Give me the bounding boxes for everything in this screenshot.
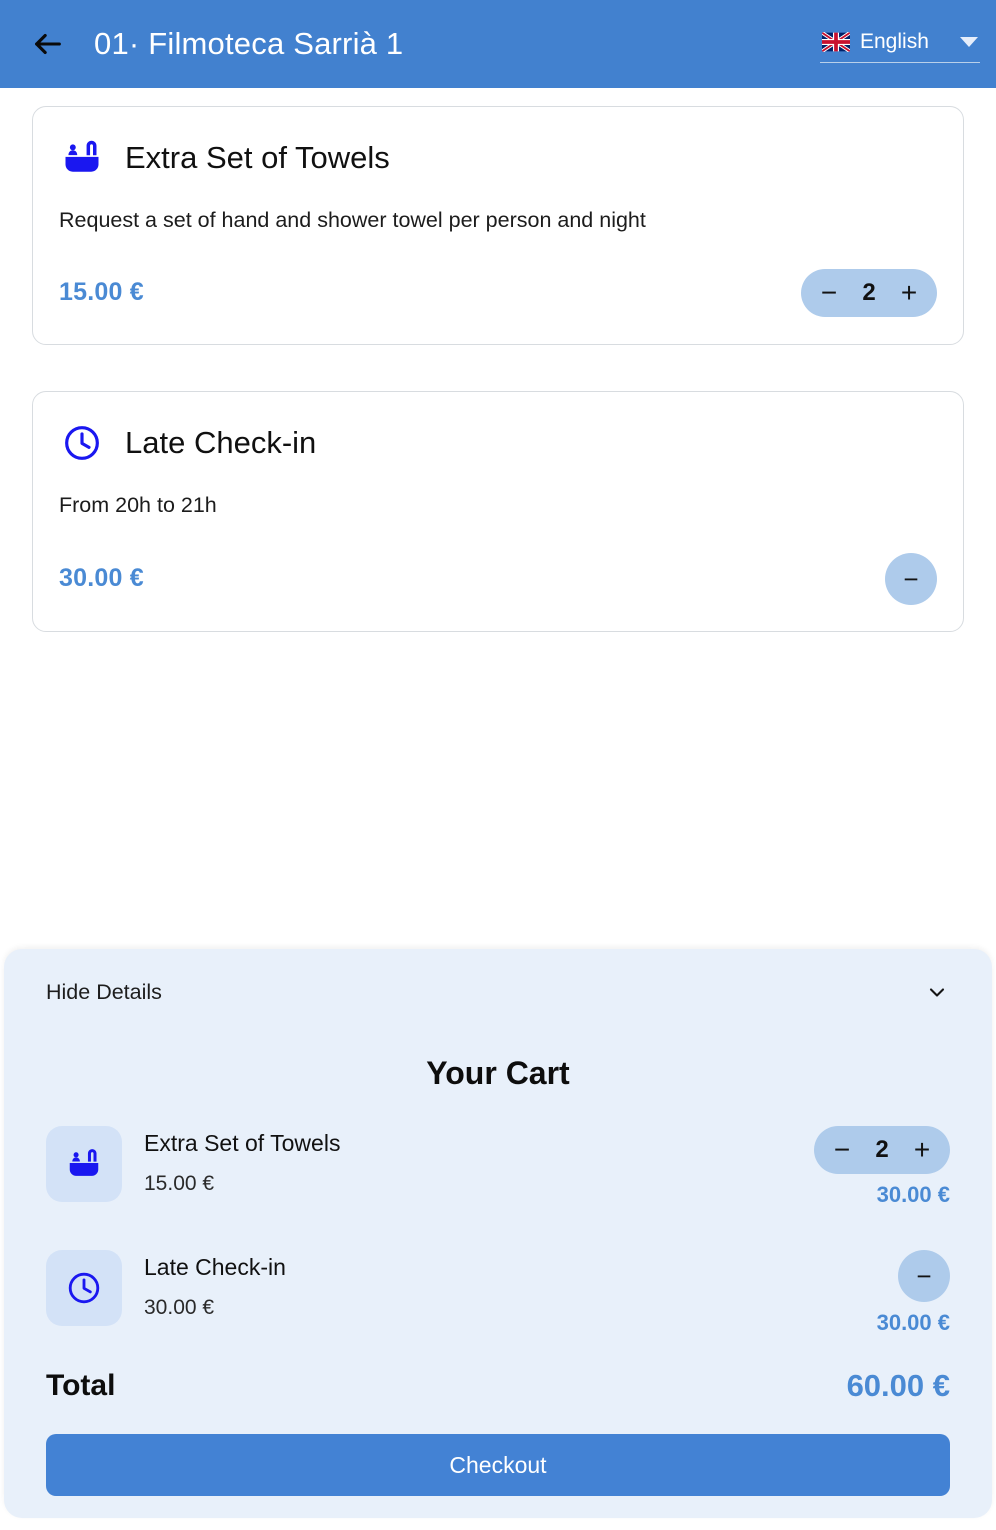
checkout-button[interactable]: Checkout bbox=[46, 1434, 950, 1496]
cart-items-list: Extra Set of Towels 15.00 € − 2 + 30.00 … bbox=[46, 1126, 950, 1340]
service-card-footer: 15.00 € − 2 + bbox=[59, 268, 937, 318]
service-card-towels: Extra Set of Towels Request a set of han… bbox=[32, 106, 964, 345]
service-card-header: Extra Set of Towels bbox=[59, 131, 937, 185]
clock-icon bbox=[59, 420, 105, 466]
cart-item-line-total: 30.00 € bbox=[876, 1310, 950, 1335]
service-price: 15.00 € bbox=[59, 278, 144, 307]
cart-total-value: 60.00 € bbox=[846, 1368, 950, 1403]
service-title: Late Check-in bbox=[125, 424, 317, 460]
service-description: Request a set of hand and shower towel p… bbox=[59, 208, 646, 232]
service-card-footer: 30.00 € − bbox=[59, 552, 937, 605]
cart-decrease-quantity-button[interactable]: − bbox=[820, 1128, 864, 1172]
cart-panel: Hide Details Your Cart Extra Set of Towe… bbox=[4, 949, 992, 1518]
language-select[interactable]: English bbox=[820, 26, 980, 63]
cart-item-line-total: 30.00 € bbox=[876, 1182, 950, 1207]
cart-title: Your Cart bbox=[426, 1055, 570, 1091]
hide-details-label: Hide Details bbox=[46, 979, 162, 1004]
cart-total-label: Total bbox=[46, 1369, 116, 1402]
cart-item-row: Late Check-in 30.00 € − 30.00 € bbox=[46, 1250, 950, 1340]
bathtub-icon bbox=[59, 135, 105, 181]
service-card-late-checkin: Late Check-in From 20h to 21h 30.00 € − bbox=[32, 390, 964, 632]
bathtub-icon bbox=[46, 1126, 122, 1202]
cart-total-row: Total 60.00 € bbox=[46, 1368, 950, 1404]
back-button[interactable] bbox=[24, 20, 72, 68]
cart-item-info: Late Check-in 30.00 € bbox=[144, 1250, 855, 1320]
app-root: 01· Filmoteca Sarrià 1 English Extra Set… bbox=[0, 0, 996, 1530]
services-list: Extra Set of Towels Request a set of han… bbox=[0, 88, 996, 632]
cart-item-name: Late Check-in bbox=[144, 1254, 286, 1280]
cart-item-unit-price: 30.00 € bbox=[144, 1295, 215, 1319]
clock-icon bbox=[46, 1250, 122, 1326]
cart-quantity-value: 2 bbox=[875, 1136, 889, 1163]
quantity-stepper[interactable]: − 2 + bbox=[801, 268, 937, 317]
cart-item-unit-price: 15.00 € bbox=[144, 1171, 215, 1195]
decrease-quantity-button[interactable]: − bbox=[807, 271, 851, 315]
cart-item-info: Extra Set of Towels 15.00 € bbox=[144, 1126, 792, 1196]
cart-remove-item-button[interactable]: − bbox=[898, 1250, 950, 1302]
caret-down-icon[interactable] bbox=[960, 36, 978, 47]
language-label: English bbox=[860, 29, 929, 53]
cart-item-controls: − 2 + 30.00 € bbox=[814, 1126, 950, 1208]
cart-increase-quantity-button[interactable]: + bbox=[900, 1128, 944, 1172]
cart-item-name: Extra Set of Towels bbox=[144, 1130, 341, 1156]
uk-flag-icon bbox=[822, 31, 850, 52]
service-price: 30.00 € bbox=[59, 564, 144, 593]
service-description: From 20h to 21h bbox=[59, 492, 217, 517]
chevron-down-icon[interactable] bbox=[924, 979, 950, 1005]
cart-details-toggle[interactable]: Hide Details bbox=[46, 975, 950, 1009]
app-header: 01· Filmoteca Sarrià 1 English bbox=[0, 0, 996, 88]
cart-quantity-stepper[interactable]: − 2 + bbox=[814, 1126, 950, 1174]
quantity-value: 2 bbox=[862, 278, 876, 306]
service-title: Extra Set of Towels bbox=[125, 139, 390, 175]
page-title: 01· Filmoteca Sarrià 1 bbox=[94, 26, 404, 61]
service-card-header: Late Check-in bbox=[59, 416, 937, 470]
remove-service-button[interactable]: − bbox=[885, 552, 937, 605]
arrow-left-icon bbox=[31, 27, 65, 61]
increase-quantity-button[interactable]: + bbox=[887, 271, 931, 315]
cart-item-controls: − 30.00 € bbox=[877, 1250, 950, 1336]
cart-item-row: Extra Set of Towels 15.00 € − 2 + 30.00 … bbox=[46, 1126, 950, 1212]
